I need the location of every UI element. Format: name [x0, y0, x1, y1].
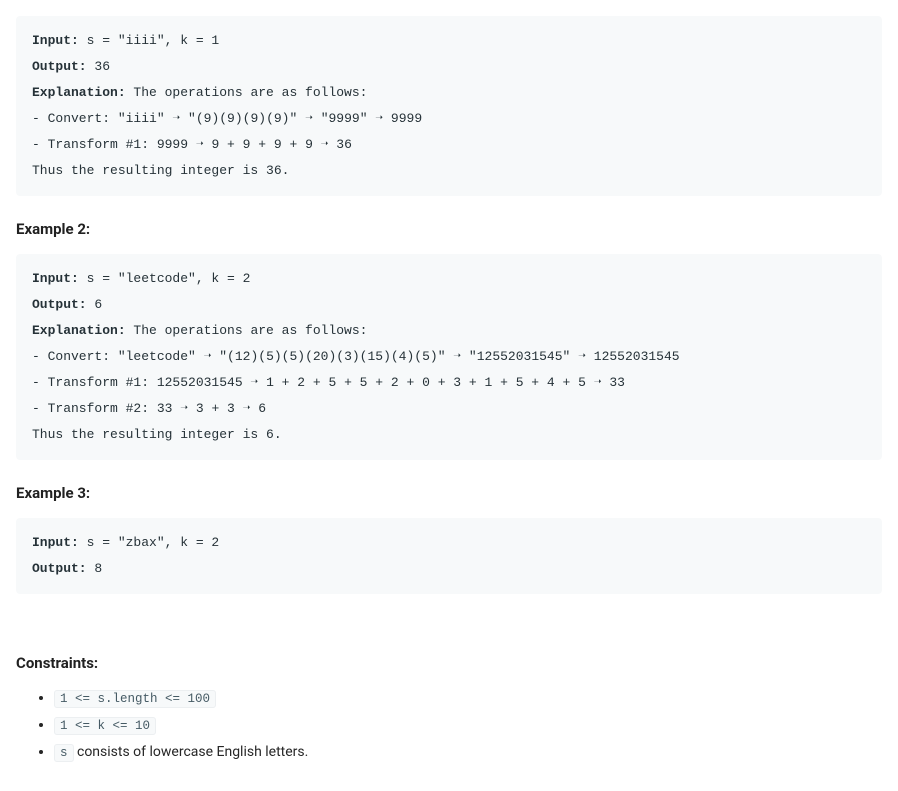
input-label: Input:: [32, 271, 79, 286]
explanation-line-transform-1: - Transform #1: 9999 ➝ 9 + 9 + 9 + 9 ➝ 3…: [32, 137, 352, 152]
constraint-item: 1 <= k <= 10: [54, 715, 882, 736]
output-value: 36: [87, 59, 110, 74]
output-value: 8: [87, 561, 103, 576]
input-value: s = "zbax", k = 2: [79, 535, 219, 550]
example-2-heading: Example 2:: [16, 220, 882, 238]
output-label: Output:: [32, 59, 87, 74]
explanation-line-convert: - Convert: "iiii" ➝ "(9)(9)(9)(9)" ➝ "99…: [32, 111, 422, 126]
explanation-line-convert: - Convert: "leetcode" ➝ "(12)(5)(5)(20)(…: [32, 349, 680, 364]
constraint-item: 1 <= s.length <= 100: [54, 688, 882, 709]
explanation-line-result: Thus the resulting integer is 36.: [32, 163, 289, 178]
explanation-line-result: Thus the resulting integer is 6.: [32, 427, 282, 442]
output-label: Output:: [32, 297, 87, 312]
constraint-code: 1 <= s.length <= 100: [54, 690, 216, 708]
output-value: 6: [87, 297, 103, 312]
example-2-block: Input: s = "leetcode", k = 2 Output: 6 E…: [16, 254, 882, 460]
example-3-heading: Example 3:: [16, 484, 882, 502]
constraint-text: consists of lowercase English letters.: [74, 744, 309, 760]
explanation-value: The operations are as follows:: [126, 85, 368, 100]
explanation-line-transform-2: - Transform #2: 33 ➝ 3 + 3 ➝ 6: [32, 401, 266, 416]
explanation-value: The operations are as follows:: [126, 323, 368, 338]
constraint-code: s: [54, 744, 74, 762]
example-3-block: Input: s = "zbax", k = 2 Output: 8: [16, 518, 882, 594]
constraint-item: s consists of lowercase English letters.: [54, 742, 882, 763]
input-value: s = "iiii", k = 1: [79, 33, 219, 48]
constraint-code: 1 <= k <= 10: [54, 717, 156, 735]
input-value: s = "leetcode", k = 2: [79, 271, 251, 286]
explanation-label: Explanation:: [32, 85, 126, 100]
constraints-list: 1 <= s.length <= 100 1 <= k <= 10 s cons…: [16, 688, 882, 763]
output-label: Output:: [32, 561, 87, 576]
input-label: Input:: [32, 535, 79, 550]
input-label: Input:: [32, 33, 79, 48]
constraints-heading: Constraints:: [16, 654, 882, 672]
explanation-line-transform-1: - Transform #1: 12552031545 ➝ 1 + 2 + 5 …: [32, 375, 625, 390]
example-1-block: Input: s = "iiii", k = 1 Output: 36 Expl…: [16, 16, 882, 196]
explanation-label: Explanation:: [32, 323, 126, 338]
